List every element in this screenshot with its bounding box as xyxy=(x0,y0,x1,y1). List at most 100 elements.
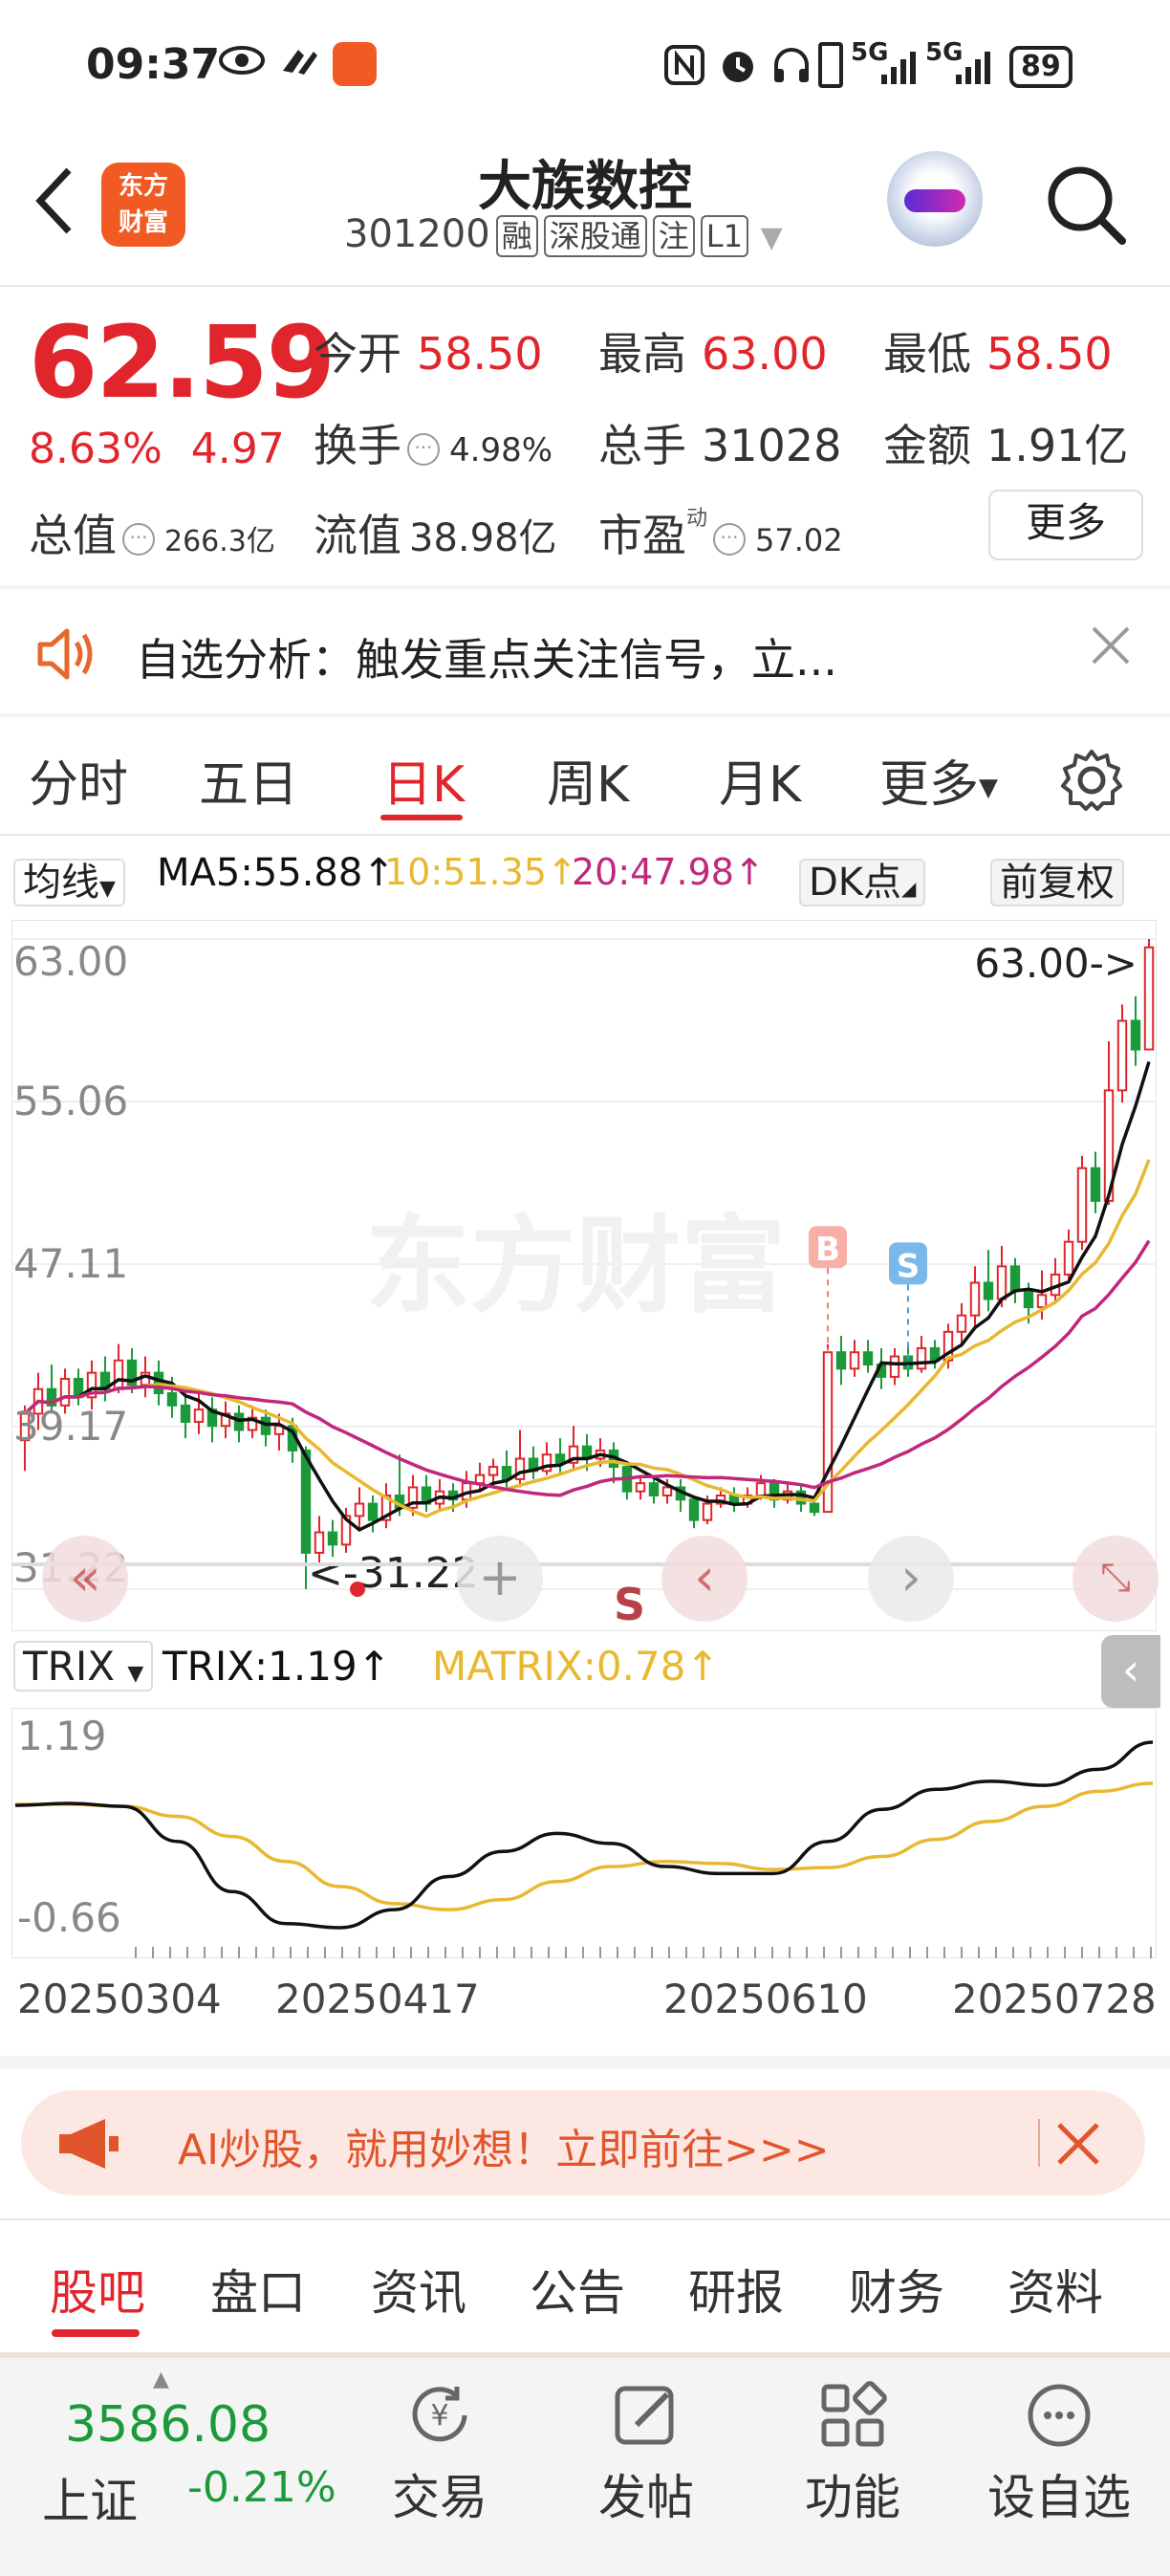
tab-financials[interactable]: 财务 xyxy=(849,2255,944,2324)
dk-point-button[interactable]: DK点◢ xyxy=(799,851,926,906)
speaker-icon xyxy=(34,625,101,687)
post-button[interactable]: 发帖 xyxy=(551,2377,742,2528)
scroll-right-button[interactable]: › xyxy=(868,1536,954,1622)
search-icon[interactable] xyxy=(1044,163,1126,245)
stock-code: 301200 xyxy=(344,212,490,256)
status-time: 09:37 xyxy=(86,40,221,89)
tab-research[interactable]: 研报 xyxy=(688,2255,784,2324)
tab-news[interactable]: 资讯 xyxy=(371,2255,466,2324)
close-icon[interactable] xyxy=(1042,2107,1101,2181)
tab-announcements[interactable]: 公告 xyxy=(530,2255,625,2324)
add-watchlist-label: 设自选 xyxy=(987,2470,1131,2525)
chart-scroll-track[interactable] xyxy=(11,1562,1157,1566)
candle-body xyxy=(354,1502,365,1517)
candle-body xyxy=(59,1378,71,1407)
candle xyxy=(1143,939,1155,1051)
trade-button[interactable]: ¥ 交易 xyxy=(344,2377,535,2528)
quote-turnover[interactable]: 换手 ··· 4.98% xyxy=(314,411,552,474)
high-marker: 63.00-> xyxy=(974,940,1138,987)
functions-button[interactable]: 功能 xyxy=(757,2377,948,2528)
quote-high: 最高 63.00 xyxy=(598,319,828,382)
index-name[interactable]: 上证 xyxy=(42,2463,138,2532)
y-tick-label: 39.17 xyxy=(13,1403,128,1450)
trix-chart[interactable]: 1.19 -0.66 xyxy=(11,1708,1157,1958)
candle-body xyxy=(327,1531,338,1546)
matrix-value-label: MATRIX:0.78↑ xyxy=(432,1643,720,1690)
trix-mode-box[interactable]: TRIX ▼ xyxy=(13,1641,154,1692)
x-date-3: 20250610 xyxy=(663,1976,868,2022)
tab-monthly-k[interactable]: 月K xyxy=(719,744,801,816)
scroll-left-button[interactable]: ‹ xyxy=(661,1536,748,1622)
ai-assistant-avatar[interactable] xyxy=(887,151,983,247)
expand-icon[interactable]: ⤡ xyxy=(1072,1536,1159,1622)
candle xyxy=(380,1483,392,1529)
candle xyxy=(1116,1004,1128,1103)
banner-text: 自选分析：触发重点关注信号，立... xyxy=(136,634,837,686)
post-label: 发帖 xyxy=(598,2470,694,2525)
tab-five-day[interactable]: 五日 xyxy=(199,744,298,816)
ai-promo-banner[interactable]: AI炒股，就用妙想！立即前往>>> xyxy=(21,2090,1145,2195)
tab-more[interactable]: 更多▼ xyxy=(879,744,998,816)
s-signal-label: S xyxy=(614,1579,645,1630)
candle-body xyxy=(996,1265,1008,1300)
trix-frame xyxy=(11,1708,1157,1958)
quote-market-cap[interactable]: 总值 ··· 266.3亿 xyxy=(29,501,275,564)
caret-down-icon: ▼ xyxy=(127,1662,144,1686)
tab-forum[interactable]: 股吧 xyxy=(50,2255,145,2324)
change-amount: 4.97 xyxy=(190,425,285,473)
last-price: 62.59 xyxy=(29,304,336,421)
x-date-1: 20250304 xyxy=(17,1976,222,2022)
candle-body xyxy=(554,1453,566,1464)
change-percent: 8.63% xyxy=(29,425,162,473)
crosshair-button[interactable]: + xyxy=(457,1536,543,1622)
tab-daily-k[interactable]: 日K xyxy=(382,744,465,816)
gear-icon[interactable] xyxy=(1059,748,1124,817)
close-icon[interactable] xyxy=(1090,614,1132,681)
candle xyxy=(889,1347,900,1386)
corner-arrow-icon: ◢ xyxy=(901,877,917,900)
tab-weekly-k[interactable]: 周K xyxy=(547,744,629,816)
dk-point-box[interactable]: DK点◢ xyxy=(799,859,926,906)
rewind-button[interactable]: « xyxy=(42,1536,128,1622)
analysis-banner[interactable]: 自选分析：触发重点关注信号，立... xyxy=(0,589,1170,713)
candle xyxy=(862,1340,874,1373)
alarm-icon xyxy=(717,44,759,90)
ma-mode-box[interactable]: 均线▼ xyxy=(13,859,125,906)
add-watchlist-button[interactable]: 设自选 xyxy=(964,2377,1155,2528)
tab-intraday[interactable]: 分时 xyxy=(29,744,128,816)
candle-body xyxy=(809,1502,820,1514)
adjust-button[interactable]: 前复权 xyxy=(990,851,1124,906)
app-notification-icon xyxy=(333,42,377,86)
stock-name: 大族数控 xyxy=(478,156,692,218)
label-float-cap: 流值 xyxy=(314,510,401,561)
candle-body xyxy=(1130,1019,1141,1051)
candle xyxy=(795,1483,807,1513)
quote-pe[interactable]: 市盈动··· 57.02 xyxy=(598,501,843,564)
candle xyxy=(1076,1155,1088,1251)
stock-code-row[interactable]: 301200 融深股通注 L1 ▼ xyxy=(344,212,783,257)
active-tab-indicator xyxy=(380,815,463,820)
candle-body xyxy=(983,1281,994,1300)
candle xyxy=(220,1401,231,1439)
candle xyxy=(835,1336,847,1386)
collapse-panel-button[interactable]: ‹ xyxy=(1101,1635,1160,1708)
more-quote-button[interactable]: 更多 xyxy=(988,490,1143,560)
candle xyxy=(916,1336,927,1373)
tab-orderbook[interactable]: 盘口 xyxy=(210,2255,306,2324)
trix-mode-select[interactable]: TRIX ▼ xyxy=(13,1641,154,1692)
headphones-icon xyxy=(770,44,812,90)
status-bar: 09:37 5G 5G 89 xyxy=(0,0,1170,134)
trix-value-label: TRIX:1.19↑ xyxy=(162,1643,391,1690)
candle xyxy=(541,1442,552,1475)
candle xyxy=(621,1462,633,1500)
ma-mode-select[interactable]: 均线▼ xyxy=(13,851,125,906)
tab-profile[interactable]: 资料 xyxy=(1008,2255,1103,2324)
candle xyxy=(688,1495,700,1529)
phone-battery-icon xyxy=(818,42,843,88)
candle xyxy=(474,1462,486,1492)
candle-body xyxy=(193,1408,205,1423)
kline-chart[interactable]: 东方财富 63.0055.0647.1139.1731.2263.00-><-3… xyxy=(11,920,1157,1631)
index-value[interactable]: 3586.08 xyxy=(65,2396,271,2454)
label-high: 最高 xyxy=(598,328,686,380)
ma10-label: 10:51.35↑ xyxy=(384,851,577,893)
